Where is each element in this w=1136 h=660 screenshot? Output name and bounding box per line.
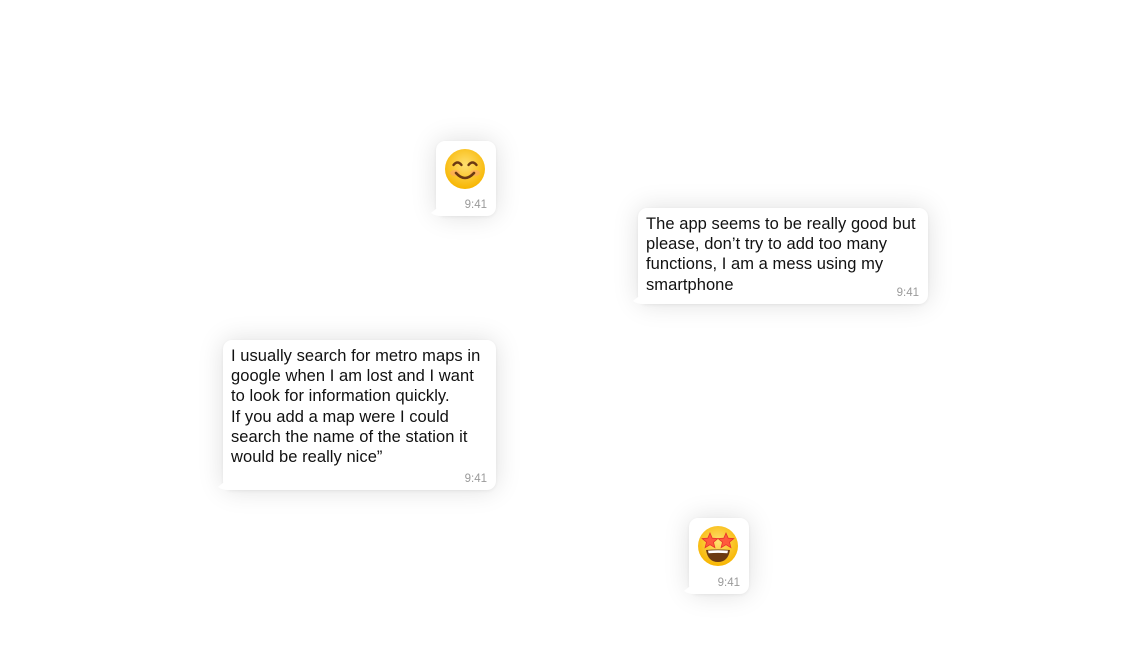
message-bubble-text[interactable]: I usually search for metro maps in googl…	[223, 340, 496, 490]
message-bubble-emoji-smile[interactable]: 9:41	[436, 141, 496, 216]
smiling-face-emoji-icon	[444, 148, 486, 190]
message-timestamp: 9:41	[896, 287, 919, 299]
chat-canvas: 9:41 The app seems to be really good but…	[0, 0, 1136, 660]
message-timestamp: 9:41	[464, 199, 487, 211]
message-bubble-emoji-star-struck[interactable]: 9:41	[689, 518, 749, 594]
star-struck-face-emoji-icon	[697, 525, 739, 567]
message-timestamp: 9:41	[464, 473, 487, 485]
message-text: I usually search for metro maps in googl…	[231, 347, 481, 467]
message-bubble-text[interactable]: The app seems to be really good but plea…	[638, 208, 928, 304]
message-text: The app seems to be really good but plea…	[646, 215, 916, 294]
message-timestamp: 9:41	[717, 577, 740, 589]
